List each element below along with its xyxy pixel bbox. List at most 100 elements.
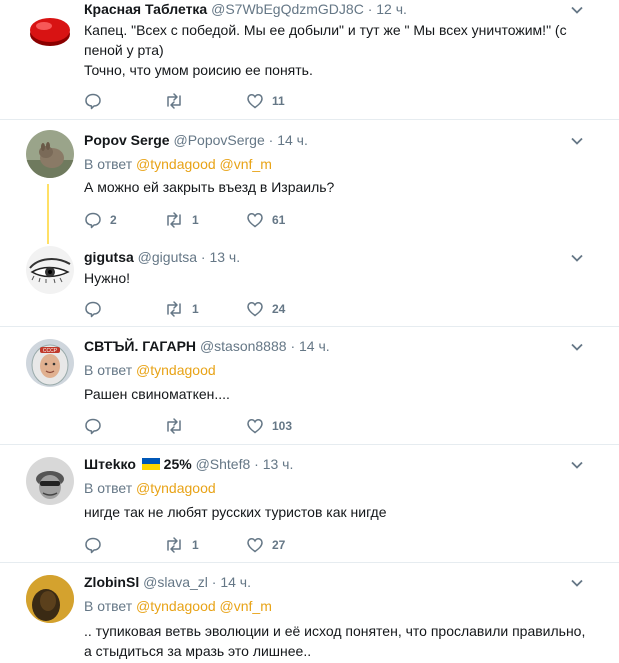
avatar[interactable] <box>26 246 74 294</box>
retweet-button[interactable] <box>164 91 192 111</box>
replying-to-users[interactable]: @tyndagood @vnf_m <box>136 598 272 614</box>
retweet-button[interactable]: 1 <box>164 535 199 555</box>
avatar[interactable]: СССР <box>26 339 74 387</box>
thread-connector <box>47 184 49 244</box>
chevron-down-icon[interactable] <box>571 459 583 471</box>
tweet-text-line: Капец. "Всех с победой. Мы ее добыли" и … <box>84 22 567 38</box>
retweet-icon <box>167 418 181 434</box>
retweet-button[interactable]: 1 <box>164 299 199 319</box>
user-handle[interactable]: @Shtef8 <box>196 456 251 472</box>
reply-button[interactable] <box>84 91 110 111</box>
reply-icon <box>85 301 101 318</box>
like-button[interactable]: 27 <box>246 535 285 555</box>
replying-to: В ответ @tyndagood <box>84 479 216 497</box>
tweet-text: Рашен свиноматкен.... <box>84 384 594 404</box>
tweet-text-line: а стыдиться за мразь это лишнее.. <box>84 643 312 659</box>
reply-icon <box>85 418 101 435</box>
avatar[interactable] <box>26 130 74 178</box>
tweet-text: Капец. "Всех с победой. Мы ее добыли" и … <box>84 20 594 80</box>
display-name[interactable]: Штеkко <box>84 456 136 472</box>
user-handle[interactable]: @PopovSerge <box>173 132 264 148</box>
avatar[interactable] <box>26 6 74 54</box>
timestamp[interactable]: · 14 ч. <box>290 338 329 354</box>
divider <box>0 326 619 327</box>
chevron-down-icon[interactable] <box>571 252 583 264</box>
timestamp[interactable]: · 14 ч. <box>269 132 308 148</box>
replying-to-users[interactable]: @tyndagood @vnf_m <box>136 156 272 172</box>
divider <box>0 562 619 563</box>
user-handle[interactable]: @S7WbEgQdzmGDJ8C <box>211 1 364 17</box>
tweet-text-line: .. тупиковая ветвь эволюции и её исход п… <box>84 623 586 639</box>
timestamp[interactable]: · 13 ч. <box>254 456 293 472</box>
reply-button[interactable] <box>84 299 110 319</box>
like-icon <box>247 419 263 434</box>
like-button[interactable]: 61 <box>246 210 285 230</box>
like-count: 61 <box>272 213 286 227</box>
replying-to-users[interactable]: @tyndagood <box>136 362 216 378</box>
chevron-down-icon[interactable] <box>571 577 583 589</box>
retweet-button[interactable]: 1 <box>164 210 199 230</box>
replying-to: В ответ @tyndagood <box>84 361 216 379</box>
tweet-text-line: пеной у рта) <box>84 42 164 58</box>
like-icon <box>247 302 263 317</box>
like-count: 27 <box>272 538 286 552</box>
display-name-suffix: 25% <box>163 456 192 472</box>
replying-to: В ответ @tyndagood @vnf_m <box>84 155 272 173</box>
user-handle[interactable]: @stason8888 <box>200 338 287 354</box>
user-handle[interactable]: @slava_zl <box>143 574 208 590</box>
replying-to-label: В ответ <box>84 598 133 614</box>
display-name[interactable]: СВТЪЙ. ГАГАРН <box>84 338 196 354</box>
chevron-down-icon[interactable] <box>571 341 583 353</box>
timestamp[interactable]: · 13 ч. <box>201 249 240 265</box>
tweet-text-line: Точно, что умом роисию ее понять. <box>84 62 313 78</box>
like-button[interactable]: 11 <box>246 91 285 111</box>
replying-to-label: В ответ <box>84 362 133 378</box>
like-count: 24 <box>272 302 286 316</box>
divider <box>0 119 619 120</box>
avatar[interactable] <box>26 457 74 505</box>
divider <box>0 444 619 445</box>
reply-icon <box>85 93 101 110</box>
svg-text:СССР: СССР <box>43 348 58 354</box>
display-name[interactable]: gigutsa <box>84 249 134 265</box>
ukraine-flag-icon <box>141 458 160 470</box>
tweet-text: .. тупиковая ветвь эволюции и её исход п… <box>84 621 594 661</box>
retweet-count: 1 <box>192 538 199 552</box>
replying-to-label: В ответ <box>84 480 133 496</box>
like-button[interactable]: 24 <box>246 299 285 319</box>
replying-to-users[interactable]: @tyndagood <box>136 480 216 496</box>
avatar[interactable] <box>26 575 74 623</box>
retweet-icon <box>167 537 181 553</box>
like-count: 103 <box>272 419 293 433</box>
retweet-icon <box>167 212 181 228</box>
reply-icon <box>85 212 101 229</box>
display-name[interactable]: ZlobinSl <box>84 574 139 590</box>
user-handle[interactable]: @gigutsa <box>138 249 197 265</box>
like-count: 11 <box>272 94 285 108</box>
reply-icon <box>85 537 101 554</box>
reply-button[interactable] <box>84 416 110 436</box>
like-icon <box>247 538 263 553</box>
retweet-button[interactable] <box>164 416 192 436</box>
replying-to: В ответ @tyndagood @vnf_m <box>84 597 272 615</box>
tweet-text: нигде так не любят русских туристов как … <box>84 502 594 522</box>
reply-count: 2 <box>110 213 117 227</box>
retweet-count: 1 <box>192 213 199 227</box>
timestamp[interactable]: · 14 ч. <box>212 574 251 590</box>
tweet-text: Нужно! <box>84 268 594 288</box>
like-icon <box>247 213 263 228</box>
display-name[interactable]: Красная Таблетка <box>84 1 207 17</box>
chevron-down-icon[interactable] <box>571 4 583 16</box>
reply-button[interactable] <box>84 535 110 555</box>
display-name[interactable]: Popov Serge <box>84 132 170 148</box>
timestamp[interactable]: · 12 ч. <box>368 1 407 17</box>
tweet-text-line: нигде так не любят русских туристов как … <box>84 504 387 520</box>
retweet-count: 1 <box>192 302 199 316</box>
reply-button[interactable]: 2 <box>84 210 117 230</box>
retweet-icon <box>167 93 181 109</box>
tweet-text: А можно ей закрыть въезд в Израиль? <box>84 177 594 197</box>
chevron-down-icon[interactable] <box>571 135 583 147</box>
tweet-text-line: Рашен свиноматкен.... <box>84 386 230 402</box>
like-button[interactable]: 103 <box>246 416 292 436</box>
tweet-text-line: А можно ей закрыть въезд в Израиль? <box>84 179 335 195</box>
